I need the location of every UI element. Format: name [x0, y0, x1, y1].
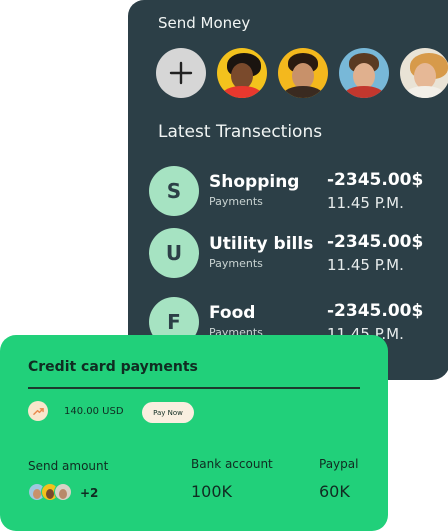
send-money-title: Send Money [158, 14, 251, 32]
transaction-amount: -2345.00$ [327, 232, 424, 252]
transaction-name: Utility bills [209, 234, 314, 254]
bank-account-label: Bank account [191, 457, 273, 471]
recipient-avatar [54, 483, 72, 501]
trend-up-icon [28, 401, 48, 421]
credit-card-title: Credit card payments [28, 359, 198, 375]
contact-avatar-3[interactable] [339, 48, 389, 98]
paypal-value: 60K [319, 482, 350, 501]
transaction-initial-badge: U [149, 228, 199, 278]
more-recipients-count: +2 [80, 486, 99, 500]
contact-avatar-2[interactable] [278, 48, 328, 98]
transaction-row[interactable]: U Utility bills Payments -2345.00$ 11.45… [149, 228, 448, 278]
transaction-name: Food [209, 303, 256, 323]
credit-card-payments-card: Credit card payments 140.00 USD Pay Now … [0, 335, 388, 531]
contact-avatars [156, 48, 448, 98]
contact-avatar-4[interactable] [400, 48, 448, 98]
send-money-card: Send Money Latest Transections S Shoppin… [128, 0, 448, 380]
latest-transactions-title: Latest Transections [158, 122, 323, 142]
transaction-name: Shopping [209, 172, 300, 192]
send-amount-avatars [28, 483, 78, 503]
contact-avatar-1[interactable] [217, 48, 267, 98]
avatar-shirt [344, 86, 384, 98]
bank-account-value: 100K [191, 482, 233, 501]
avatar-shirt [222, 86, 262, 98]
avatar-shirt [283, 86, 323, 98]
transaction-category: Payments [209, 257, 263, 270]
transaction-amount: -2345.00$ [327, 170, 424, 190]
pay-now-button[interactable]: Pay Now [142, 402, 194, 423]
plus-icon [169, 61, 193, 85]
divider [28, 387, 360, 389]
paypal-label: Paypal [319, 457, 359, 471]
payment-amount: 140.00 USD [64, 406, 124, 417]
add-contact-button[interactable] [156, 48, 206, 98]
transaction-amount: -2345.00$ [327, 301, 424, 321]
transaction-initial-badge: S [149, 166, 199, 216]
transaction-time: 11.45 P.M. [327, 194, 404, 212]
transaction-time: 11.45 P.M. [327, 256, 404, 274]
transaction-category: Payments [209, 195, 263, 208]
avatar-shirt [405, 86, 445, 98]
transaction-row[interactable]: S Shopping Payments -2345.00$ 11.45 P.M. [149, 166, 448, 216]
send-amount-label: Send amount [28, 459, 109, 473]
